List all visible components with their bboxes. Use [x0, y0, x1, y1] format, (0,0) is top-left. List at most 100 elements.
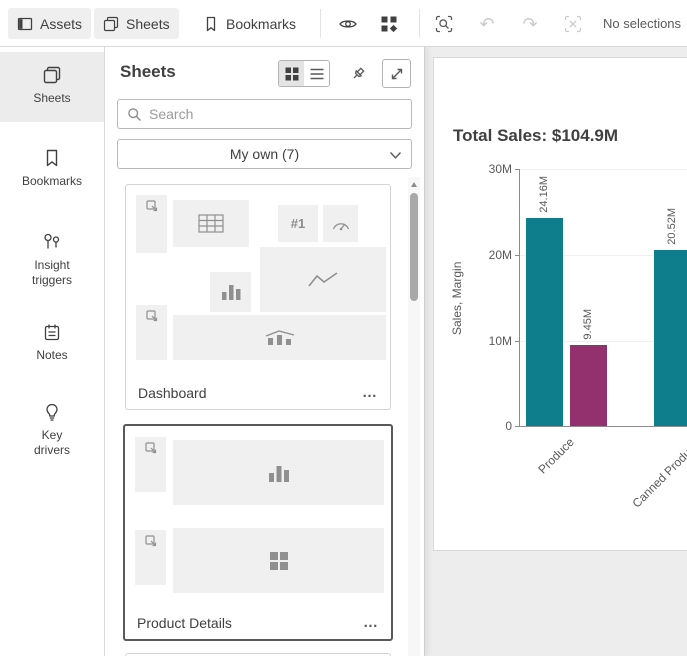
nav-item-notes[interactable]: Notes — [0, 309, 104, 375]
line-chart-icon — [308, 271, 338, 289]
chevron-down-icon — [390, 152, 401, 159]
bar-value-label: 20.52M — [666, 208, 678, 245]
thumb-kpi-block: #1 — [278, 205, 318, 242]
redo-selection-button[interactable]: ↷ — [515, 9, 545, 39]
insight-triggers-icon — [42, 232, 62, 252]
bookmarks-button[interactable]: Bookmarks — [194, 8, 305, 39]
x-axis-label-canned-products: Canned Products — [603, 435, 687, 537]
nav-item-bookmarks[interactable]: Bookmarks — [0, 135, 104, 201]
chart-suggestions-button[interactable] — [374, 9, 404, 39]
thumb-filter-pane-block — [136, 305, 167, 360]
panel-title: Sheets — [120, 62, 176, 82]
smart-search-icon — [434, 14, 454, 34]
sheet-thumbnail — [135, 434, 384, 593]
expand-icon — [389, 66, 405, 82]
clear-selections-button[interactable] — [558, 9, 588, 39]
undo-icon: ↶ — [479, 15, 494, 33]
y-tick-label: 30M — [472, 162, 512, 176]
thumb-linechart-block — [260, 247, 386, 312]
sheet-title: Product Details — [137, 615, 232, 631]
lightbulb-icon — [42, 402, 62, 422]
expand-panel-button[interactable] — [382, 59, 411, 88]
sheet-title: Dashboard — [138, 385, 207, 401]
nav-label: Sheets — [33, 91, 70, 106]
undo-selection-button[interactable]: ↶ — [472, 9, 502, 39]
sheet-card-footer: Dashboard … — [138, 385, 378, 401]
sheets-icon — [42, 65, 62, 85]
sheet-card-dashboard[interactable]: #1 Dashboard … — [125, 184, 391, 410]
bookmarks-button-label: Bookmarks — [226, 16, 296, 32]
ownership-filter-value: My own (7) — [230, 146, 299, 162]
x-axis-label-produce: Produce — [475, 435, 577, 537]
thumb-filter-pane-block — [136, 195, 167, 253]
y-tick-label: 10M — [472, 334, 512, 348]
sheet-more-button[interactable]: … — [363, 618, 379, 628]
clear-selections-icon — [563, 14, 583, 34]
nav-label: Notes — [36, 348, 67, 363]
nav-item-sheets[interactable]: Sheets — [0, 52, 104, 122]
thumb-gauge-block — [323, 205, 358, 242]
y-tick-label: 0 — [472, 419, 512, 433]
insight-advisor-button[interactable] — [333, 9, 363, 39]
thumb-barchart-block — [173, 440, 384, 505]
scroll-up-arrow[interactable] — [411, 182, 417, 187]
list-view-button[interactable] — [304, 61, 329, 86]
assets-panel-icon — [17, 16, 33, 32]
nav-label: Key drivers — [30, 428, 74, 458]
notes-icon — [42, 322, 62, 342]
y-tick-label: 20M — [472, 248, 512, 262]
pin-button[interactable] — [344, 60, 371, 87]
grid-view-button[interactable] — [279, 61, 304, 86]
view-toggle — [278, 60, 330, 87]
grid-view-icon — [285, 67, 299, 81]
filter-pane-icon — [145, 442, 157, 454]
y-axis-title: Sales, Margin — [450, 169, 464, 427]
sheets-icon — [103, 16, 119, 32]
sheets-panel: Sheets My own (7) — [105, 47, 425, 656]
no-selections-label: No selections — [603, 0, 681, 46]
left-nav-rail: Sheets Bookmarks Insight triggers Notes — [0, 47, 105, 656]
pivot-table-icon — [269, 551, 289, 571]
nav-label: Insight triggers — [27, 258, 77, 288]
filter-pane-icon — [146, 310, 158, 322]
search-input[interactable] — [149, 106, 402, 122]
y-tick — [515, 169, 520, 170]
sheet-thumbnail: #1 — [136, 193, 386, 362]
sheet-card-product-details[interactable]: Product Details … — [123, 424, 393, 641]
sheets-scrollbar[interactable] — [408, 177, 420, 656]
qlik-app-window: Assets Sheets Bookmarks — [0, 0, 687, 656]
thumb-pivot-block — [173, 528, 384, 593]
pin-icon — [350, 66, 366, 82]
scrollbar-thumb[interactable] — [410, 193, 418, 301]
bar-sales-produce[interactable] — [526, 218, 563, 426]
sheets-button[interactable]: Sheets — [94, 8, 179, 39]
bar-chart-icon — [221, 283, 241, 301]
assets-button-label: Assets — [40, 16, 82, 32]
nav-item-insight-triggers[interactable]: Insight triggers — [0, 219, 104, 299]
thumb-combochart-block — [173, 315, 386, 360]
grid-tiles-icon — [380, 15, 398, 33]
bar-plot: 30M 20M 10M 0 24.16M20.52M9.45MProduceCa… — [519, 169, 687, 427]
bar-margin-produce[interactable] — [570, 345, 607, 426]
insight-advisor-eye-icon — [338, 14, 358, 34]
kpi-number-label: #1 — [291, 216, 305, 231]
bar-sales-canned-products[interactable] — [654, 250, 687, 426]
sheet-canvas: Total Sales: $104.9M Sales, Margin 30M 2… — [425, 47, 687, 656]
redo-icon: ↷ — [522, 15, 537, 33]
toolbar-divider — [320, 9, 321, 38]
bar-value-label: 24.16M — [538, 176, 550, 213]
ownership-filter-dropdown[interactable]: My own (7) — [117, 139, 412, 169]
gauge-icon — [331, 216, 351, 231]
thumb-filter-pane-block — [135, 437, 166, 492]
bar-value-label: 9.45M — [582, 309, 594, 340]
thumb-table-block — [173, 200, 249, 247]
assets-button[interactable]: Assets — [8, 8, 91, 39]
bar-chart-object[interactable]: Total Sales: $104.9M Sales, Margin 30M 2… — [433, 57, 687, 551]
thumb-filter-pane-block — [135, 530, 166, 585]
sheet-more-button[interactable]: … — [362, 388, 378, 398]
smart-search-button[interactable] — [429, 9, 459, 39]
thumb-barchart-block — [210, 272, 251, 312]
nav-item-key-drivers[interactable]: Key drivers — [0, 389, 104, 469]
table-icon — [198, 214, 224, 234]
sheets-button-label: Sheets — [126, 16, 170, 32]
